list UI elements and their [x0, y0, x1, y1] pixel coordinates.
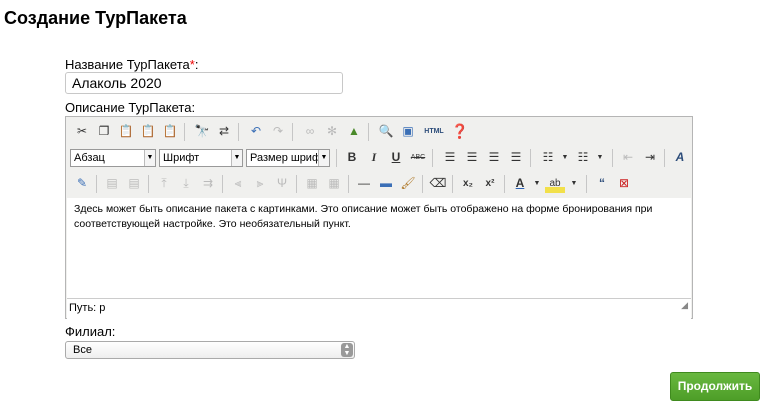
- chevron-down-icon[interactable]: ▼: [590, 147, 610, 167]
- name-label-text: Название ТурПакета: [65, 57, 190, 72]
- name-label: Название ТурПакета*:: [65, 57, 198, 72]
- html-source-button[interactable]: HTML: [422, 121, 446, 141]
- image-icon[interactable]: ▲: [344, 121, 364, 141]
- rich-text-editor: ✂ ❐ 📋 📋 📋 🔭 ⇄ ↶ ↷ ∞ ✻ ▲ 🔍 ▣ HTML ❓ Абзац…: [65, 116, 693, 410]
- toolbar-separator: [432, 149, 433, 167]
- align-center-icon[interactable]: ☰: [462, 147, 482, 167]
- chevron-down-icon: ▼: [318, 150, 329, 166]
- cleanup-icon[interactable]: 🖌: [398, 173, 418, 193]
- toolbar-separator: [148, 175, 149, 193]
- insert-row-before-icon[interactable]: ⤒: [154, 173, 174, 193]
- insert-column-before-icon[interactable]: ⫷: [228, 173, 248, 193]
- toolbar-separator: [184, 123, 185, 141]
- insert-column-after-icon[interactable]: ⫸: [250, 173, 270, 193]
- delete-row-icon[interactable]: ⇉: [198, 173, 218, 193]
- format-dropdown-label: Абзац: [74, 152, 105, 164]
- toolbar-separator: [296, 175, 297, 193]
- chevron-down-icon[interactable]: ▼: [527, 173, 547, 193]
- paste-plain-icon[interactable]: ⊠: [614, 173, 634, 193]
- toolbar-separator: [348, 175, 349, 193]
- toolbar-separator: [336, 149, 337, 167]
- cut-icon[interactable]: ✂: [72, 121, 92, 141]
- description-label: Описание ТурПакета:: [65, 100, 196, 115]
- merge-cells-icon[interactable]: ▦: [324, 173, 344, 193]
- insert-row-after-icon[interactable]: ⤓: [176, 173, 196, 193]
- remove-format-icon[interactable]: ⌫: [428, 173, 448, 193]
- chevron-down-icon[interactable]: ▼: [564, 173, 584, 193]
- italic-icon[interactable]: I: [364, 147, 384, 167]
- package-name-input[interactable]: Алаколь 2020: [65, 72, 343, 94]
- editor-path: Путь: p: [69, 302, 106, 314]
- continue-button[interactable]: Продолжить: [670, 372, 760, 401]
- outdent-icon[interactable]: ⇤: [618, 147, 638, 167]
- chevron-down-icon: ▼: [231, 150, 242, 166]
- table-row-props-icon[interactable]: ▤: [102, 173, 122, 193]
- toolbar-separator: [612, 149, 613, 167]
- toolbar-separator: [292, 123, 293, 141]
- paste-text-icon[interactable]: 📋: [138, 121, 158, 141]
- table-cell-props-icon[interactable]: ▤: [124, 173, 144, 193]
- name-label-colon: :: [194, 57, 199, 72]
- highlight-color-icon[interactable]: ab: [545, 173, 565, 193]
- toolbar-separator: [222, 175, 223, 193]
- format-dropdown[interactable]: Абзац ▼: [70, 149, 156, 167]
- edit-css-icon[interactable]: ✎: [72, 173, 92, 193]
- page-title: Создание ТурПакета: [4, 8, 187, 28]
- font-dropdown-label: Шрифт: [163, 152, 200, 164]
- find-icon[interactable]: 🔭: [192, 121, 212, 141]
- toolbar-separator: [96, 175, 97, 193]
- toolbar-separator: [368, 123, 369, 141]
- indent-icon[interactable]: ⇥: [640, 147, 660, 167]
- help-icon[interactable]: ❓: [450, 121, 470, 141]
- subscript-icon[interactable]: x₂: [458, 173, 478, 193]
- chevron-down-icon: ▼: [144, 150, 155, 166]
- align-justify-icon[interactable]: ☰: [506, 147, 526, 167]
- styles-icon[interactable]: A: [670, 147, 690, 167]
- paste-icon[interactable]: 📋: [116, 121, 136, 141]
- toolbar-separator: [664, 149, 665, 167]
- superscript-icon[interactable]: x²: [480, 173, 500, 193]
- branch-label: Филиал:: [65, 324, 116, 339]
- toolbar-separator: [422, 175, 423, 193]
- paste-word-icon[interactable]: 📋: [160, 121, 180, 141]
- preview-icon[interactable]: 🔍: [376, 121, 396, 141]
- redo-icon[interactable]: ↷: [268, 121, 288, 141]
- editor-status-bar: Путь: p ◢: [67, 298, 691, 317]
- font-size-dropdown[interactable]: Размер шрифта ▼: [246, 149, 330, 167]
- font-dropdown[interactable]: Шрифт ▼: [159, 149, 243, 167]
- delete-column-icon[interactable]: Ψ: [272, 173, 292, 193]
- toolbar-separator: [504, 175, 505, 193]
- blockquote-icon[interactable]: “: [592, 173, 612, 193]
- strikethrough-icon[interactable]: ABC: [408, 147, 428, 167]
- select-arrows-icon: ▲ ▼: [341, 343, 353, 357]
- bold-icon[interactable]: B: [342, 147, 362, 167]
- branch-select-value: Все: [73, 344, 92, 356]
- toolbar-separator: [238, 123, 239, 141]
- toolbar-separator: [452, 175, 453, 193]
- advanced-hr-icon[interactable]: ▬: [376, 173, 396, 193]
- align-left-icon[interactable]: ☰: [440, 147, 460, 167]
- underline-icon[interactable]: U: [386, 147, 406, 167]
- editor-content-text: Здесь может быть описание пакета с карти…: [74, 203, 653, 230]
- link-icon[interactable]: ∞: [300, 121, 320, 141]
- copy-icon[interactable]: ❐: [94, 121, 114, 141]
- replace-icon[interactable]: ⇄: [214, 121, 234, 141]
- toolbar-separator: [586, 175, 587, 193]
- fullscreen-icon[interactable]: ▣: [398, 121, 418, 141]
- align-right-icon[interactable]: ☰: [484, 147, 504, 167]
- chevron-down-icon[interactable]: ▼: [555, 147, 575, 167]
- unlink-icon[interactable]: ✻: [322, 121, 342, 141]
- branch-select[interactable]: Все ▲ ▼: [65, 341, 355, 359]
- resize-grip-icon[interactable]: ◢: [681, 296, 688, 315]
- toolbar-separator: [530, 149, 531, 167]
- split-cells-icon[interactable]: ▦: [302, 173, 322, 193]
- horizontal-rule-icon[interactable]: —: [354, 173, 374, 193]
- undo-icon[interactable]: ↶: [246, 121, 266, 141]
